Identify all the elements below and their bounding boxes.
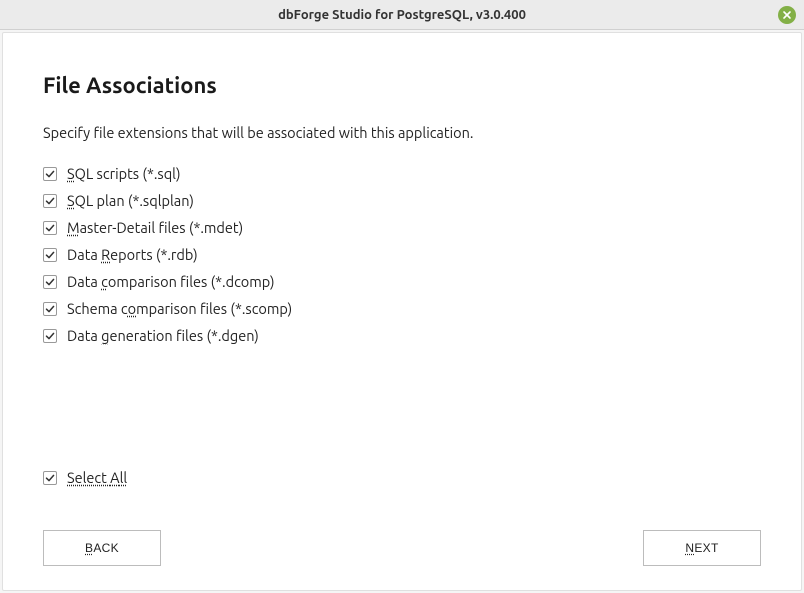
- file-association-label[interactable]: Data generation files (*.dgen): [67, 327, 259, 344]
- close-icon[interactable]: [778, 6, 796, 24]
- button-row: BACK NEXT: [43, 530, 761, 566]
- titlebar: dbForge Studio for PostgreSQL, v3.0.400: [0, 0, 804, 30]
- list-item: Data Reports (*.rdb): [43, 246, 761, 263]
- file-association-checkbox[interactable]: [43, 221, 57, 235]
- file-association-label[interactable]: Master-Detail files (*.mdet): [67, 219, 243, 236]
- list-item: Data generation files (*.dgen): [43, 327, 761, 344]
- window-title: dbForge Studio for PostgreSQL, v3.0.400: [278, 8, 526, 22]
- file-association-checkbox[interactable]: [43, 194, 57, 208]
- list-item: Schema comparison files (*.scomp): [43, 300, 761, 317]
- select-all-checkbox[interactable]: [43, 471, 57, 485]
- file-association-label[interactable]: Data Reports (*.rdb): [67, 246, 198, 263]
- file-association-checkbox[interactable]: [43, 275, 57, 289]
- list-item: SQL scripts (*.sql): [43, 165, 761, 182]
- file-association-checkbox[interactable]: [43, 167, 57, 181]
- list-item: Data comparison files (*.dcomp): [43, 273, 761, 290]
- list-item: SQL plan (*.sqlplan): [43, 192, 761, 209]
- next-button[interactable]: NEXT: [643, 530, 761, 566]
- file-association-label[interactable]: SQL scripts (*.sql): [67, 165, 181, 182]
- page-title: File Associations: [43, 73, 761, 98]
- file-association-list: SQL scripts (*.sql) SQL plan (*.sqlplan) M…: [43, 165, 761, 344]
- file-association-checkbox[interactable]: [43, 248, 57, 262]
- select-all-label[interactable]: Select All: [67, 469, 127, 486]
- list-item: Master-Detail files (*.mdet): [43, 219, 761, 236]
- select-all-row: Select All: [43, 469, 761, 486]
- page-content: File Associations Specify file extension…: [2, 32, 802, 591]
- file-association-label[interactable]: SQL plan (*.sqlplan): [67, 192, 194, 209]
- back-button[interactable]: BACK: [43, 530, 161, 566]
- file-association-label[interactable]: Data comparison files (*.dcomp): [67, 273, 275, 290]
- file-association-checkbox[interactable]: [43, 302, 57, 316]
- page-description: Specify file extensions that will be ass…: [43, 124, 761, 141]
- file-association-label[interactable]: Schema comparison files (*.scomp): [67, 300, 292, 317]
- file-association-checkbox[interactable]: [43, 329, 57, 343]
